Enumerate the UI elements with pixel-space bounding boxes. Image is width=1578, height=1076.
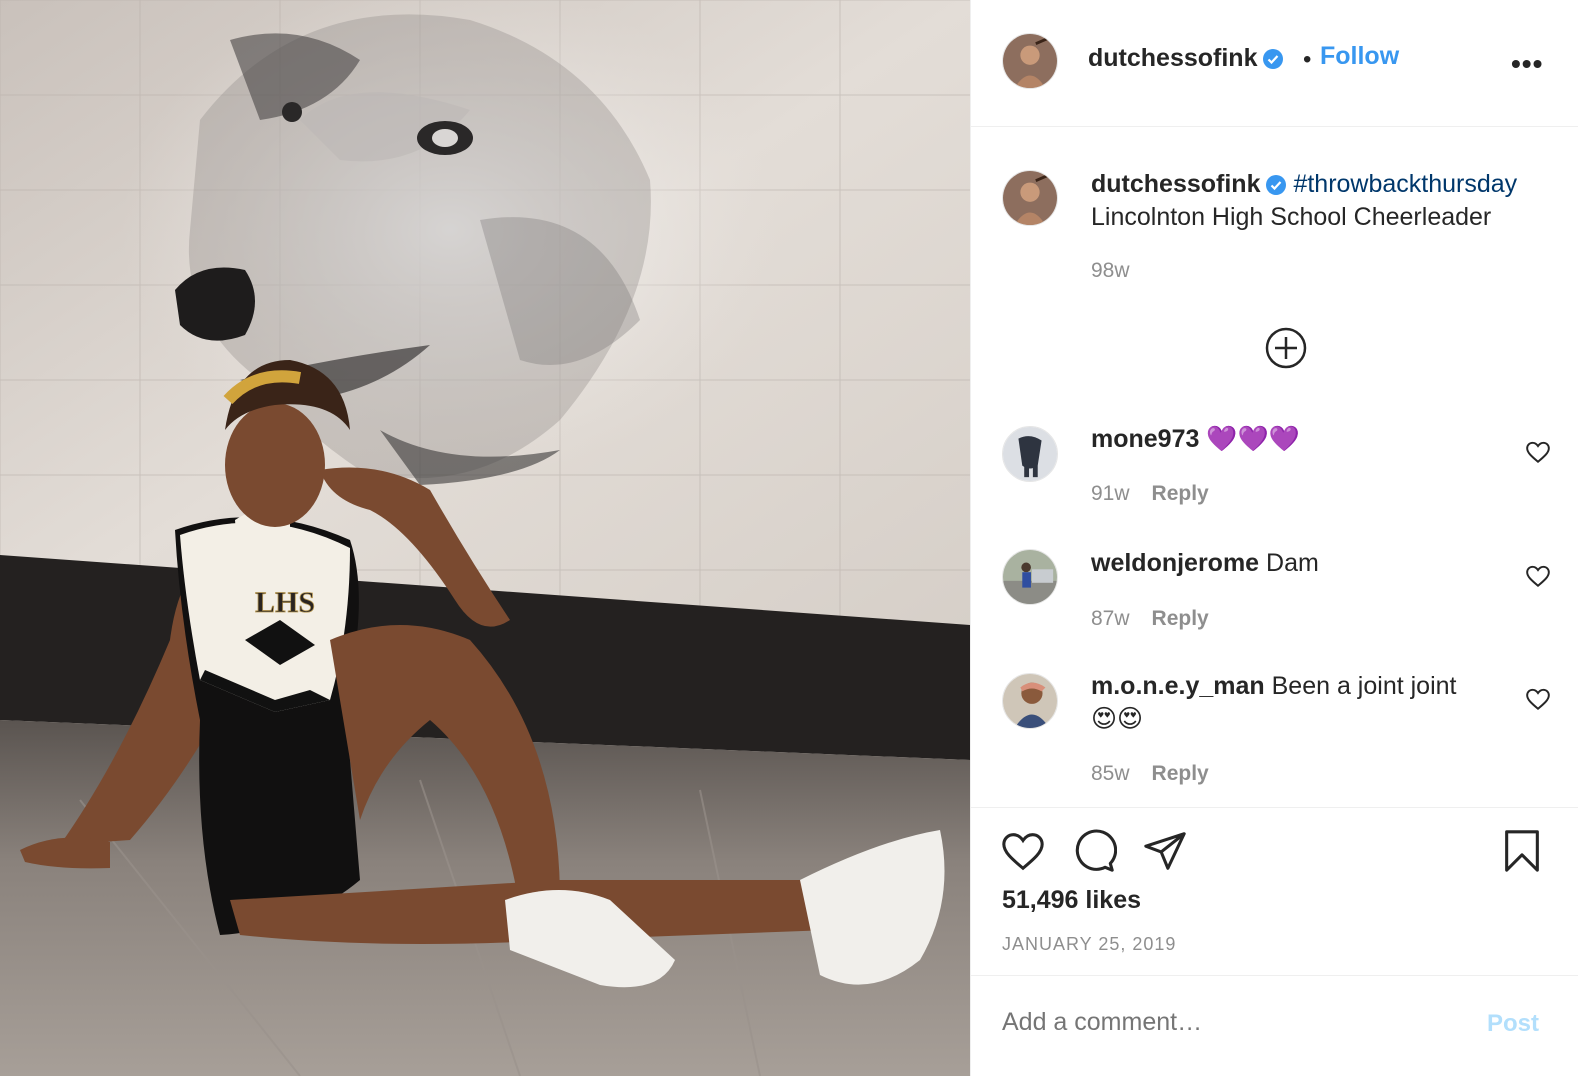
reply-button[interactable]: Reply <box>1152 482 1209 505</box>
comment-meta: 87w Reply <box>1091 607 1209 631</box>
comment-text: Been a joint joint <box>1271 672 1457 700</box>
add-comment-input[interactable] <box>1002 1008 1422 1037</box>
reply-button[interactable]: Reply <box>1152 762 1209 785</box>
caption-meta: 98w <box>1091 259 1130 283</box>
commenter-avatar[interactable] <box>1002 426 1058 482</box>
comment: weldonjerome Dam <box>1091 547 1491 580</box>
comment-emoji: 😍😍 <box>1091 705 1144 733</box>
svg-text:LHS: LHS <box>255 586 315 619</box>
comment: m.o.n.e.y_man Been a joint joint 😍😍 <box>1091 670 1491 736</box>
caption-text: Lincolnton High School Cheerleader <box>1091 203 1492 231</box>
post-comment-button[interactable]: Post <box>1487 1010 1539 1038</box>
owner-avatar[interactable] <box>1002 33 1058 89</box>
follow-button[interactable]: Follow <box>1320 42 1399 71</box>
caption-age[interactable]: 98w <box>1091 259 1130 282</box>
share-icon[interactable] <box>1142 828 1188 874</box>
comment: mone973 💜💜💜 <box>1091 423 1491 456</box>
caption-avatar[interactable] <box>1002 170 1058 226</box>
verified-badge-icon <box>1263 49 1284 69</box>
heart-icon[interactable] <box>1000 828 1046 874</box>
comment-age[interactable]: 91w <box>1091 482 1130 505</box>
post-date[interactable]: JANUARY 25, 2019 <box>1002 934 1176 955</box>
actions-divider <box>971 807 1578 808</box>
comment-username[interactable]: m.o.n.e.y_man <box>1091 672 1265 700</box>
caption: dutchessofink #throwbackthursday Lincoln… <box>1091 168 1561 234</box>
header-divider <box>971 126 1578 127</box>
comment-icon[interactable] <box>1071 828 1117 874</box>
comment-meta: 91w Reply <box>1091 482 1209 506</box>
more-options-icon[interactable]: ••• <box>1511 48 1543 80</box>
commenter-avatar[interactable] <box>1002 549 1058 605</box>
header-username[interactable]: dutchessofink <box>1088 44 1284 73</box>
bookmark-icon[interactable] <box>1499 828 1545 874</box>
caption-username[interactable]: dutchessofink <box>1091 170 1260 198</box>
like-comment-heart-icon[interactable] <box>1525 439 1551 465</box>
header-separator: • <box>1303 46 1312 73</box>
likes-count[interactable]: 51,496 likes <box>1002 886 1141 915</box>
load-more-comments-icon[interactable] <box>1264 326 1308 370</box>
reply-button[interactable]: Reply <box>1152 607 1209 630</box>
verified-badge-icon <box>1266 175 1287 195</box>
post-side-panel: dutchessofink • Follow ••• dutchessofink… <box>970 0 1578 1076</box>
comment-text: 💜💜💜 <box>1206 425 1300 453</box>
comment-box-divider <box>971 975 1578 976</box>
like-comment-heart-icon[interactable] <box>1525 686 1551 712</box>
comment-age[interactable]: 85w <box>1091 762 1130 785</box>
commenter-avatar[interactable] <box>1002 673 1058 729</box>
comment-text: Dam <box>1266 549 1319 577</box>
post-photo[interactable]: LHS <box>0 0 970 1076</box>
caption-hashtag[interactable]: #throwbackthursday <box>1293 170 1517 198</box>
comment-meta: 85w Reply <box>1091 762 1209 786</box>
comment-age[interactable]: 87w <box>1091 607 1130 630</box>
like-comment-heart-icon[interactable] <box>1525 563 1551 589</box>
comment-username[interactable]: weldonjerome <box>1091 549 1259 577</box>
comment-username[interactable]: mone973 <box>1091 425 1199 453</box>
